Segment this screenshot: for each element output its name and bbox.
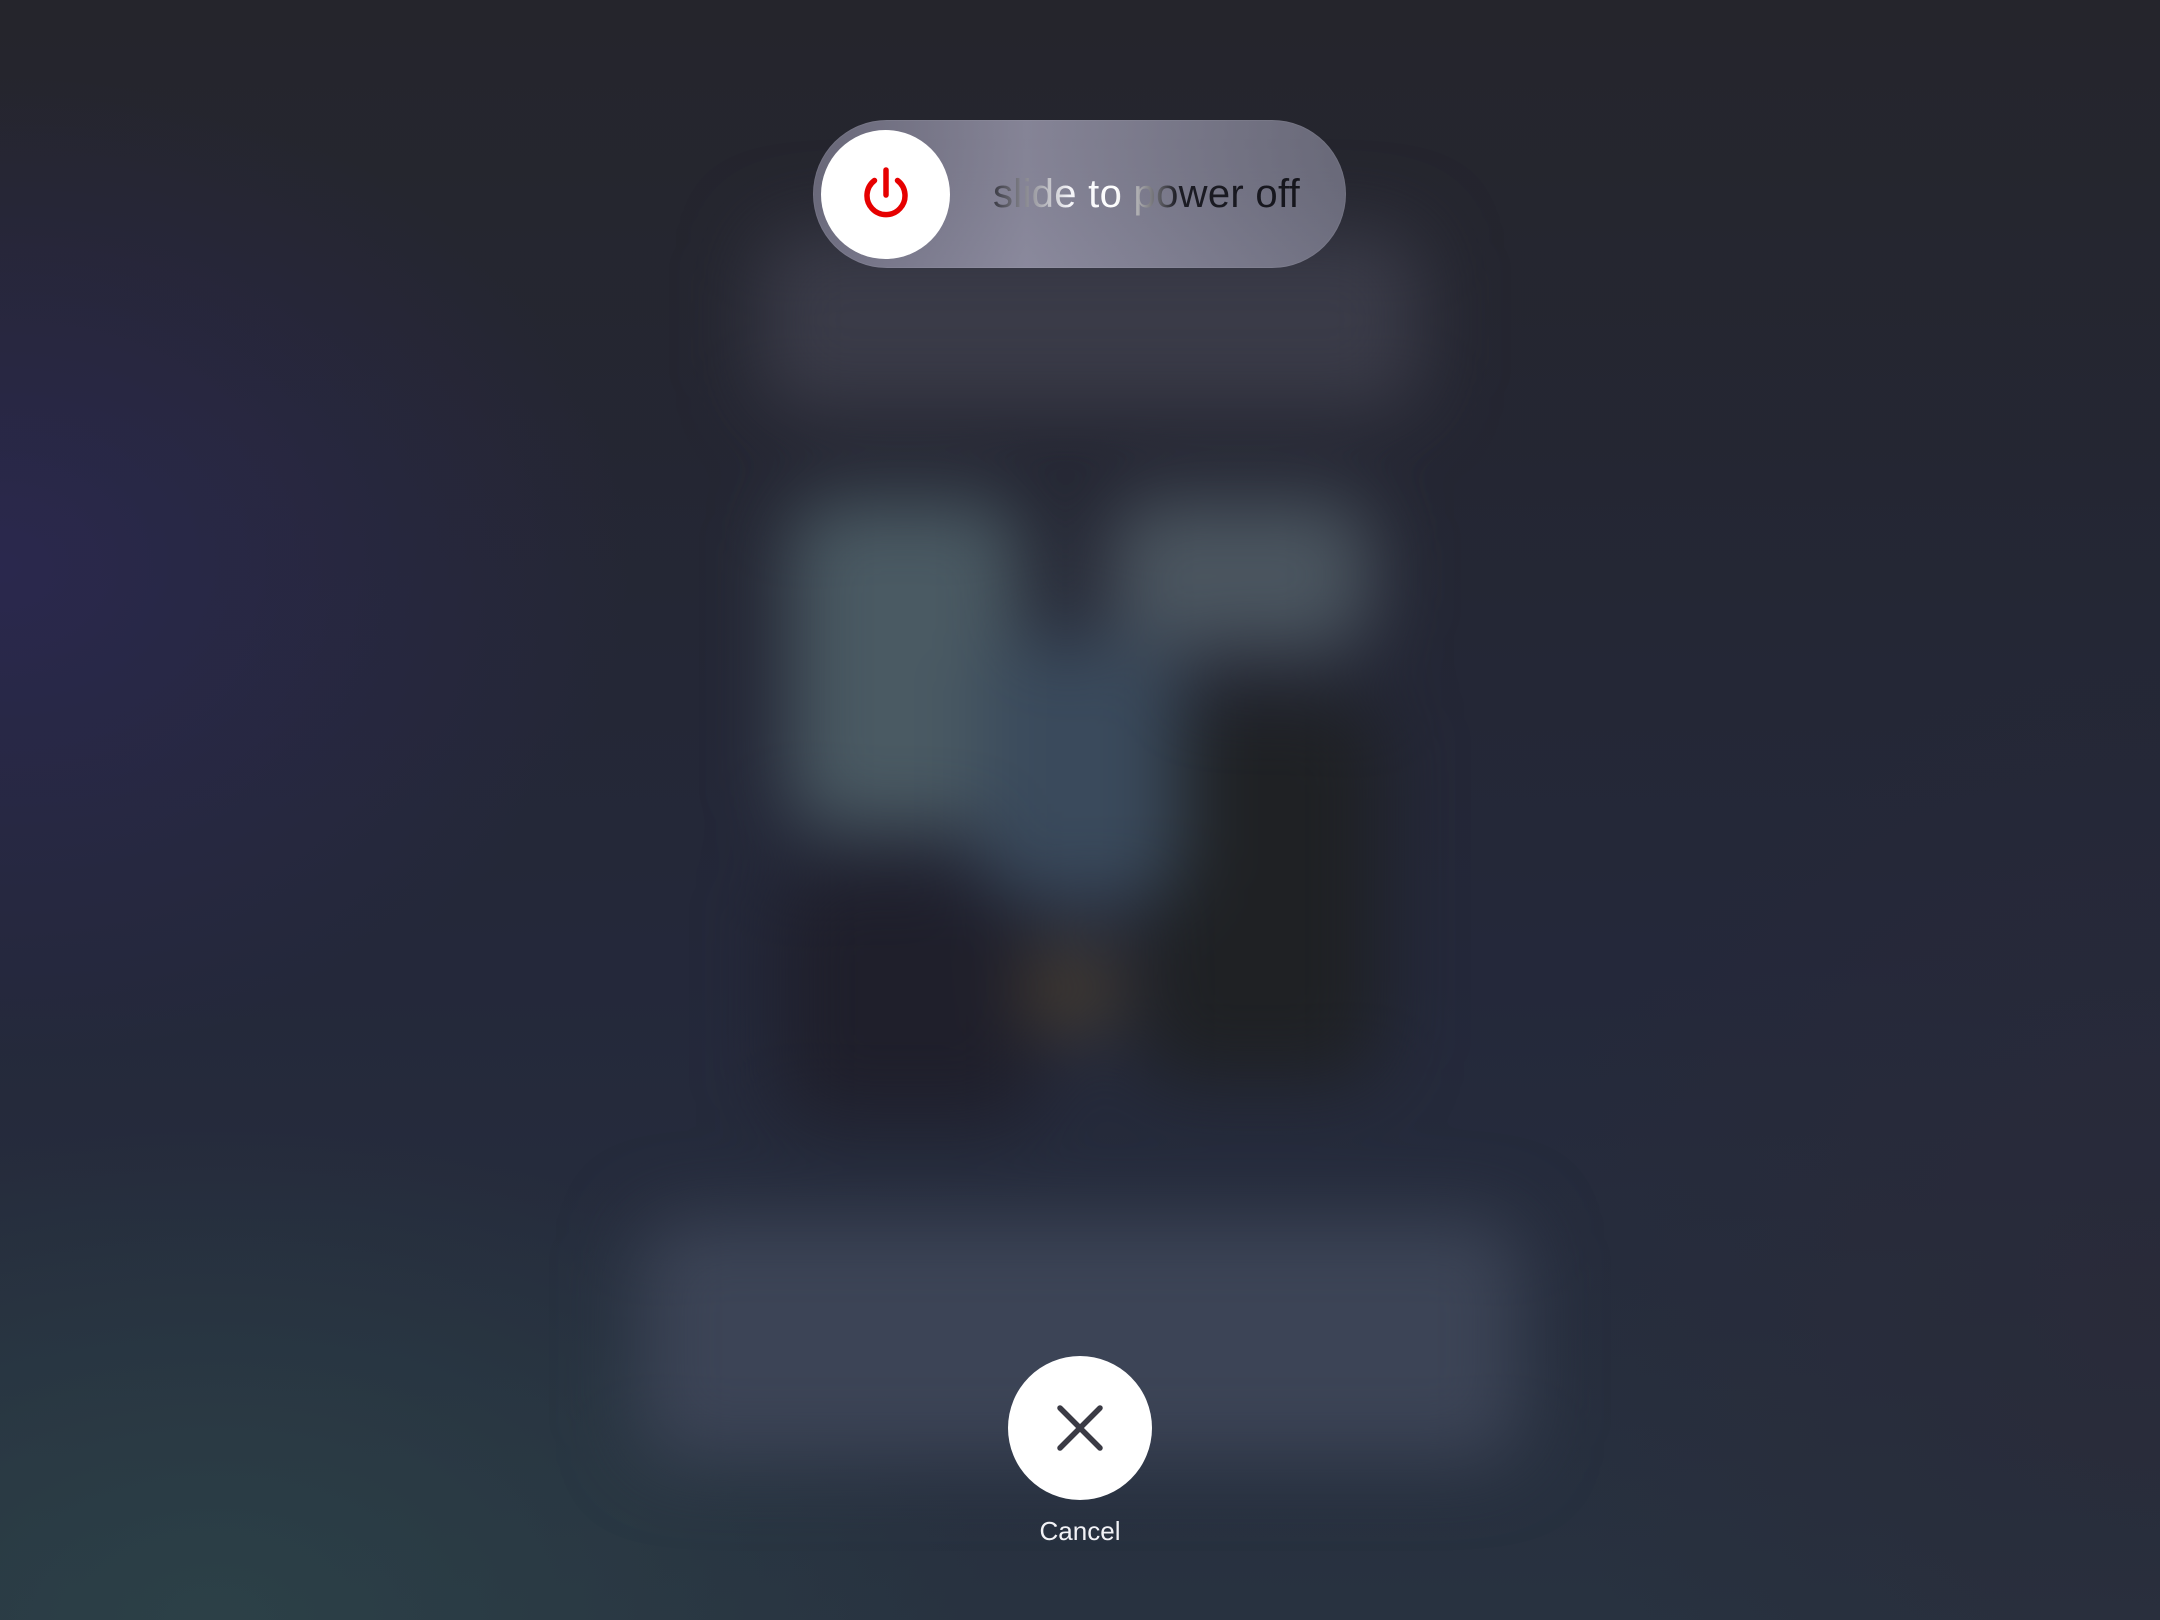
power-off-slider[interactable]: slide to power off [813, 120, 1346, 268]
power-off-screen: slide to power off Cancel [0, 0, 2160, 1620]
cancel-label: Cancel [1039, 1516, 1121, 1546]
cancel-button[interactable] [1008, 1356, 1152, 1500]
power-off-slider-knob[interactable] [821, 130, 950, 259]
power-icon [863, 166, 908, 217]
cancel-group: Cancel [1008, 1356, 1152, 1547]
slider-label: slide to power off [993, 120, 1300, 268]
close-icon [1057, 1405, 1103, 1451]
